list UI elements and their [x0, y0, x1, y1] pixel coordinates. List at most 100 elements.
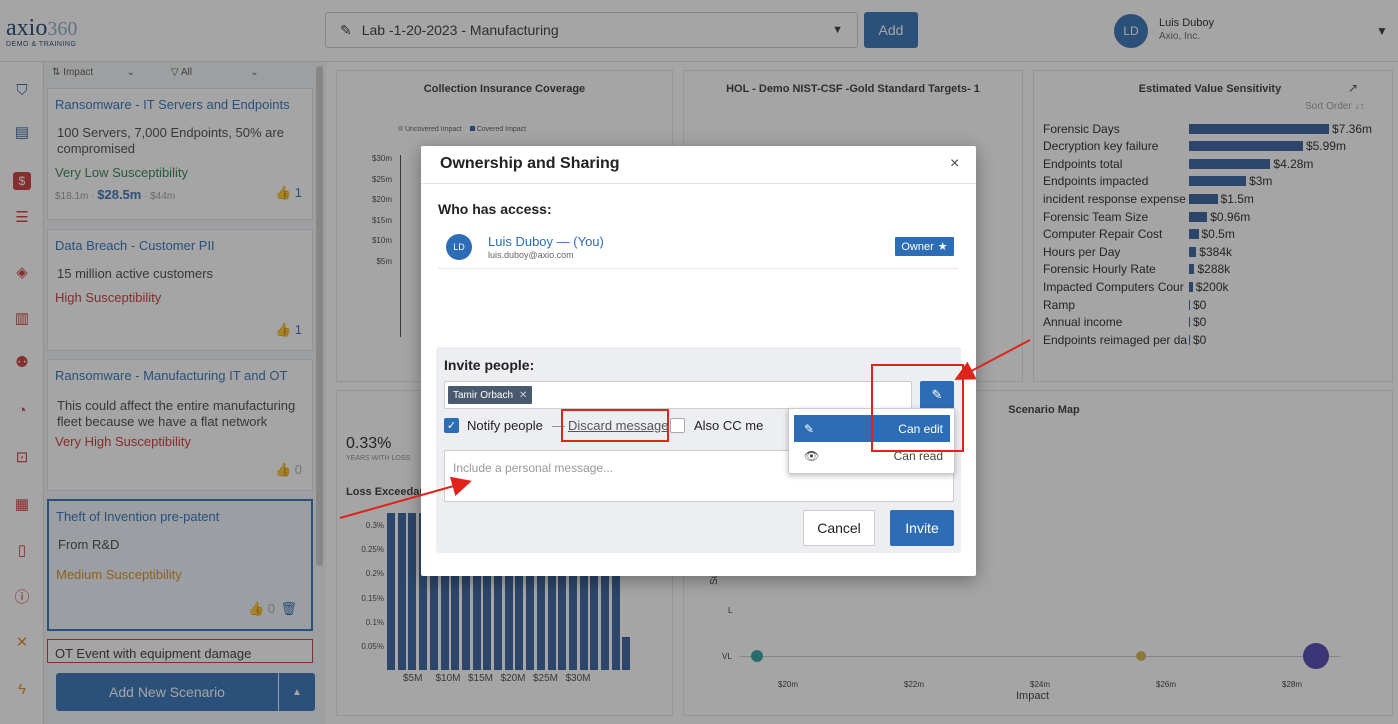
access-divider	[438, 268, 958, 269]
analytics-icon[interactable]: ▥	[12, 308, 32, 328]
tools-icon[interactable]: ✕	[12, 632, 32, 652]
sensitivity-bar[interactable]	[1189, 193, 1218, 204]
dollar-icon[interactable]: $	[13, 172, 31, 190]
sensitivity-row: Computer Repair Cost $0.5m	[1043, 226, 1235, 243]
star-icon: ★	[937, 241, 948, 253]
scenario-card[interactable]: OT Event with equipment damage	[47, 639, 313, 663]
sensitivity-bar[interactable]	[1189, 299, 1190, 310]
document-icon[interactable]: ▤	[12, 122, 32, 142]
axio-logo[interactable]: axio360 DEMO & TRAINING	[6, 16, 77, 49]
sensitivity-row: Ramp $0	[1043, 296, 1206, 313]
sensitivity-bar[interactable]	[1189, 158, 1271, 169]
scenario-card[interactable]: Ransomware - IT Servers and Endpoints 10…	[47, 88, 313, 220]
sensitivity-label: Impacted Computers Cour	[1043, 279, 1184, 294]
thumbs-up-icon[interactable]: 👍 1	[275, 185, 302, 201]
shield-check-icon[interactable]: ⛉	[12, 80, 32, 100]
map-x-tick: $22m	[904, 680, 925, 689]
sensitivity-bar[interactable]	[1189, 317, 1190, 328]
sensitivity-bar[interactable]	[1189, 246, 1197, 257]
coverage-axis	[400, 155, 401, 337]
impact-filter[interactable]: ⇅ Impact ⌄	[52, 67, 135, 78]
sort-order-toggle[interactable]: Sort Order ↓↑	[1305, 101, 1364, 112]
sensitivity-bar[interactable]	[1189, 281, 1193, 292]
sensitivity-row: Endpoints total $4.28m	[1043, 155, 1313, 172]
sensitivity-row: Impacted Computers Cour $200k	[1043, 278, 1229, 295]
add-new-scenario-button[interactable]: Add New Scenario	[56, 673, 278, 711]
map-point[interactable]	[1303, 643, 1329, 669]
close-icon[interactable]: ×	[950, 155, 959, 173]
coverage-y-tick: $25m	[371, 174, 392, 184]
owner-email: luis.duboy@axio.com	[488, 250, 574, 260]
map-point[interactable]	[1136, 651, 1146, 661]
scenario-filters[interactable]: ⇅ Impact ⌄ ▽ All ⌄	[52, 67, 259, 78]
thumbs-up-icon[interactable]: 👍 1	[275, 322, 302, 338]
sensitivity-bar[interactable]	[1189, 264, 1195, 275]
sensitivity-bar[interactable]	[1189, 123, 1329, 134]
scenario-desc: 15 million active customers	[57, 266, 214, 281]
map-icon[interactable]: ▯	[12, 540, 32, 560]
loss-bar[interactable]	[397, 513, 406, 670]
sensitivity-value: $5.99m	[1305, 139, 1346, 154]
scenario-card[interactable]: Ransomware - Manufacturing IT and OT Thi…	[47, 359, 313, 491]
bolt-icon[interactable]: ϟ	[12, 679, 32, 699]
sensitivity-bar[interactable]	[1189, 229, 1199, 240]
scenario-title[interactable]: Data Breach - Customer PII	[55, 238, 305, 254]
loss-bar[interactable]	[408, 513, 417, 670]
loss-y-tick: 0.1%	[365, 617, 384, 627]
bug-icon[interactable]: ⚉	[12, 352, 32, 372]
sensitivity-value: $0.5m	[1201, 227, 1235, 242]
sensitivity-value: $7.36m	[1332, 121, 1373, 136]
scenario-card[interactable]: Data Breach - Customer PII 15 million ac…	[47, 229, 313, 351]
sensitivity-label: Hours per Day	[1043, 244, 1121, 259]
scenario-title[interactable]: OT Event with equipment damage	[55, 646, 305, 662]
user-org: Axio, Inc.	[1159, 31, 1201, 42]
map-gridline	[740, 656, 1340, 657]
loss-x-tick: $15M	[468, 673, 494, 684]
map-x-axis-label: Impact	[1016, 690, 1050, 702]
annotation-arrow	[954, 339, 1031, 380]
loss-bar[interactable]	[387, 513, 395, 670]
thumbs-up-icon[interactable]: 👍 0	[275, 462, 302, 478]
project-selector[interactable]: ✎ Lab -1-20-2023 - Manufacturing ▼	[325, 12, 858, 48]
add-project-button[interactable]: Add	[864, 12, 918, 48]
table-icon[interactable]: ▦	[12, 494, 32, 514]
info-icon[interactable]: ⓘ	[12, 586, 32, 606]
sensitivity-bar[interactable]	[1189, 334, 1190, 345]
scenario-desc: This could affect the entire manufacturi…	[57, 398, 296, 429]
loss-bar[interactable]	[611, 565, 620, 670]
scenario-value-range: $18.1m · $28.5m · $44m	[55, 187, 176, 202]
owner-name[interactable]: Luis Duboy — (You)	[488, 234, 604, 249]
scenario-title[interactable]: Ransomware - Manufacturing IT and OT	[55, 368, 305, 384]
external-link-icon[interactable]: ↗	[1348, 81, 1358, 95]
scenario-title[interactable]: Theft of Invention pre-patent	[56, 509, 304, 525]
loss-x-tick: $30M	[565, 673, 591, 684]
targets-title: HOL - Demo NIST-CSF -Gold Standard Targe…	[726, 83, 980, 95]
alert-icon[interactable]: ⊡	[12, 447, 32, 467]
scenario-title[interactable]: Ransomware - IT Servers and Endpoints	[55, 97, 305, 113]
coverage-y-tick: $10m	[371, 236, 392, 245]
layers-icon[interactable]: ◈	[12, 262, 32, 282]
thumbs-up-icon[interactable]: 👍 0	[248, 601, 275, 617]
scenario-card-selected[interactable]: Theft of Invention pre-patent From R&D M…	[47, 499, 313, 631]
sensitivity-bar[interactable]	[1189, 211, 1208, 222]
loss-x-tick: $5M	[403, 673, 423, 684]
trash-icon[interactable]: 🗑	[280, 601, 297, 617]
sliders-icon[interactable]: ☰	[12, 207, 32, 227]
scenario-scrollbar[interactable]	[316, 66, 323, 566]
sensitivity-bar[interactable]	[1189, 176, 1247, 187]
sensitivity-row: Forensic Team Size $0.96m	[1043, 208, 1250, 225]
user-menu-chevron-icon[interactable]: ▼	[1376, 24, 1388, 38]
sensitivity-label: Forensic Hourly Rate	[1043, 262, 1156, 277]
sensitivity-row: Forensic Hourly Rate $288k	[1043, 261, 1230, 278]
map-point[interactable]	[751, 650, 763, 662]
sensitivity-row: Hours per Day $384k	[1043, 243, 1232, 260]
user-avatar[interactable]: LD	[1114, 14, 1148, 48]
add-scenario-caret-icon[interactable]: ▲	[279, 673, 315, 711]
loss-bar[interactable]	[622, 636, 631, 670]
gauge-icon[interactable]: ◔	[12, 400, 32, 420]
all-filter[interactable]: ▽ All ⌄	[171, 67, 259, 78]
sensitivity-label: Forensic Days	[1043, 121, 1120, 136]
loss-y-tick: 0.15%	[361, 593, 384, 603]
sensitivity-bar[interactable]	[1189, 141, 1303, 152]
sensitivity-label: Endpoints total	[1043, 156, 1123, 171]
